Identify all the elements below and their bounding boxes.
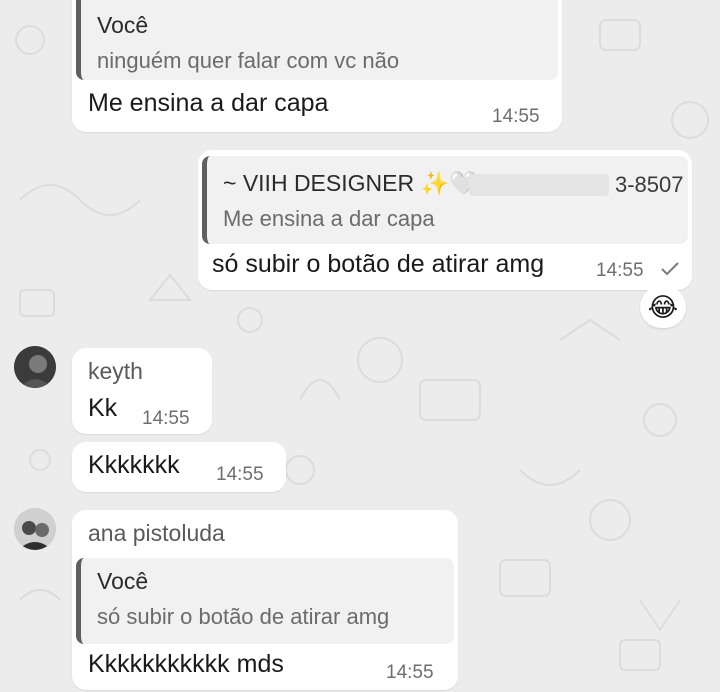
message-time: 14:55 <box>596 260 644 281</box>
sender-name[interactable]: keyth <box>88 358 143 385</box>
quoted-author: ~ VIIH DESIGNER ✨🤍 <box>223 170 478 196</box>
message-time: 14:55 <box>492 106 540 127</box>
message-bubble[interactable]: ana pistoluda Você só subir o botão de a… <box>72 510 458 690</box>
sender-name[interactable]: ana pistoluda <box>88 520 225 547</box>
quoted-text: só subir o botão de atirar amg <box>97 604 390 629</box>
reaction-badge[interactable]: 😂 <box>640 286 686 328</box>
quoted-author: Você <box>97 568 149 594</box>
redacted-phone <box>469 174 609 196</box>
quoted-text: Me ensina a dar capa <box>223 206 435 231</box>
message-bubble[interactable]: Você ninguém quer falar com vc não Me en… <box>72 0 562 132</box>
message-time: 14:55 <box>386 662 434 683</box>
laughing-emoji: 😂 <box>647 292 679 322</box>
quoted-message[interactable]: Você ninguém quer falar com vc não <box>76 0 558 80</box>
quoted-phone: 3-8507 <box>615 172 684 197</box>
avatar-keyth[interactable] <box>14 346 56 388</box>
message-text: Kkkkkkk <box>88 451 180 479</box>
single-check-icon <box>661 262 679 276</box>
message-text: só subir o botão de atirar amg <box>212 250 545 278</box>
message-text: Kkkkkkkkkkk mds <box>88 650 284 678</box>
message-bubble[interactable]: keyth Kk 14:55 <box>72 348 212 434</box>
quoted-text: ninguém quer falar com vc não <box>97 48 400 73</box>
quoted-message[interactable]: ~ VIIH DESIGNER ✨🤍 3-8507 Me ensina a da… <box>202 156 688 244</box>
message-bubble[interactable]: Kkkkkkk 14:55 <box>72 442 286 492</box>
quoted-author: Você <box>97 12 149 38</box>
quoted-message[interactable]: Você só subir o botão de atirar amg <box>76 558 454 644</box>
message-time: 14:55 <box>216 464 264 485</box>
message-text: Kk <box>88 394 118 422</box>
message-time: 14:55 <box>142 408 190 429</box>
avatar-image <box>14 508 56 550</box>
message-bubble-outgoing[interactable]: ~ VIIH DESIGNER ✨🤍 3-8507 Me ensina a da… <box>198 150 692 290</box>
avatar-image <box>14 346 56 388</box>
avatar-ana-pistoluda[interactable] <box>14 508 56 550</box>
message-text: Me ensina a dar capa <box>88 89 329 117</box>
